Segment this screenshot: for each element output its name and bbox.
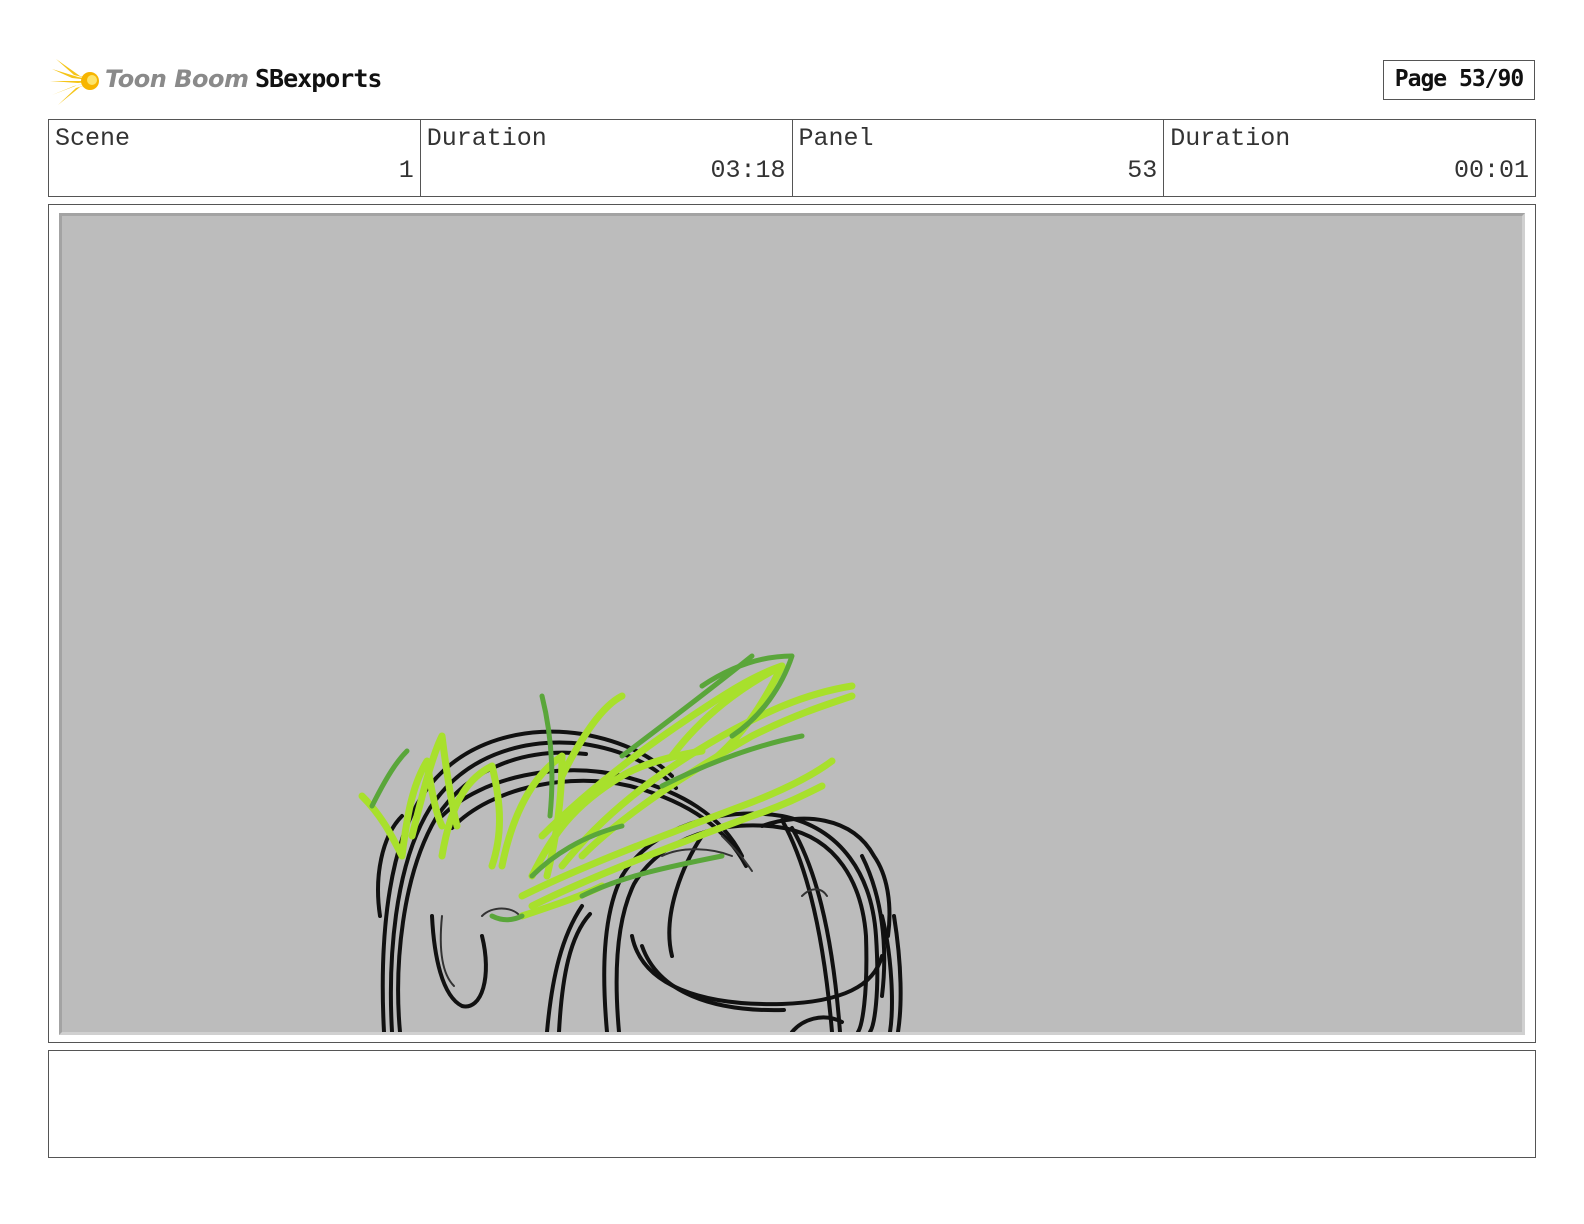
scene-label: Scene [55, 124, 131, 153]
storyboard-panel-frame [48, 204, 1536, 1043]
panel-duration-label: Duration [1170, 124, 1291, 153]
panel-cell: Panel 53 [793, 120, 1165, 196]
scene-value: 1 [398, 156, 414, 185]
panel-label: Panel [798, 124, 874, 153]
panel-notes-box [48, 1050, 1536, 1158]
panel-value: 53 [1127, 156, 1158, 185]
storyboard-panel-image [59, 213, 1525, 1035]
scene-info-table: Scene 1 Duration 03:18 Panel 53 Duration… [48, 119, 1536, 197]
scene-duration-label: Duration [426, 124, 547, 153]
toon-boom-star-burst-icon [50, 59, 99, 105]
scene-duration-cell: Duration 03:18 [421, 120, 793, 196]
project-title: SBexports [255, 64, 382, 93]
logo-wordmark: Toon Boom [105, 65, 249, 93]
scene-cell: Scene 1 [49, 120, 421, 196]
scene-duration-value: 03:18 [710, 156, 786, 185]
panel-sketch-drawing [358, 653, 903, 1032]
page-indicator: Page 53/90 [1383, 60, 1535, 100]
panel-duration-value: 00:01 [1453, 156, 1529, 185]
panel-duration-cell: Duration 00:01 [1164, 120, 1535, 196]
toon-boom-logo: Toon Boom [50, 55, 249, 107]
